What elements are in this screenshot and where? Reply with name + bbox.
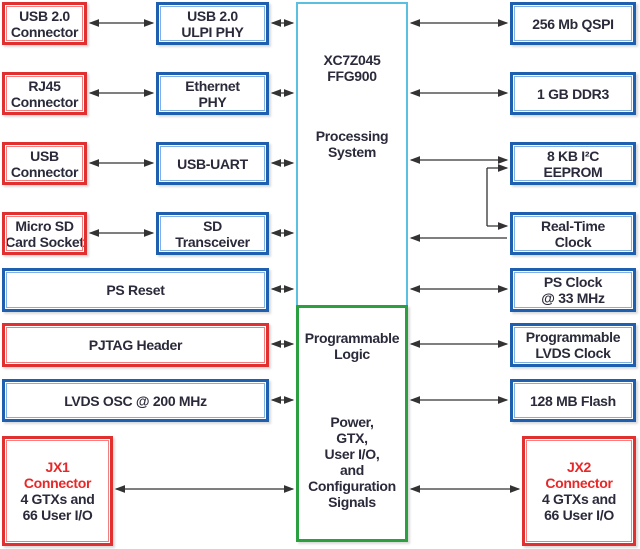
label: ULPI PHY (181, 23, 244, 40)
label: Micro SD (15, 217, 74, 234)
label: USB 2.0 (19, 7, 70, 24)
label: Connector (10, 93, 79, 110)
pjtag-header: PJTAG Header (2, 323, 269, 367)
micro-sd-socket: Micro SD Card Socket (2, 212, 87, 255)
label: JX1 (45, 459, 70, 475)
label: 256 Mb QSPI (532, 15, 614, 32)
chip-label: XC7Z045 (323, 52, 381, 68)
label: SD (203, 217, 222, 234)
jx2-connector: JX2 Connector 4 GTXs and 66 User I/O (522, 436, 636, 546)
label: Transceiver (175, 233, 250, 250)
label: Configuration (308, 478, 396, 494)
programmable-logic: Programmable Logic Power, GTX, User I/O,… (296, 305, 408, 542)
label: and (339, 462, 364, 478)
lvds-osc: LVDS OSC @ 200 MHz (2, 379, 269, 422)
label: JX2 (566, 459, 591, 475)
jx1-connector: JX1 Connector 4 GTXs and 66 User I/O (2, 436, 113, 546)
label: User I/O, (324, 446, 380, 462)
label: PS Reset (106, 282, 165, 298)
label: USB 2.0 (187, 7, 238, 24)
ethernet-phy: Ethernet PHY (156, 72, 269, 115)
label: Processing (315, 128, 389, 144)
usb-uart: USB-UART (156, 142, 269, 185)
label: Clock (554, 233, 592, 250)
usb2-connector: USB 2.0 Connector (2, 2, 87, 45)
label: EEPROM (543, 163, 603, 180)
label: Card Socket (5, 233, 84, 250)
label: Connector (23, 475, 92, 491)
label: @ 33 MHz (541, 290, 605, 306)
signals-label: Power, GTX, User I/O, and Configuration … (308, 414, 396, 510)
label: 1 GB DDR3 (537, 85, 609, 102)
label: Connector (10, 23, 79, 40)
label: USB (30, 147, 59, 164)
label: Connector (545, 475, 613, 491)
rj45-connector: RJ45 Connector (2, 72, 87, 115)
label: Logic (334, 346, 370, 362)
ps-clock: PS Clock @ 33 MHz (510, 268, 636, 312)
label: Real-Time (541, 217, 605, 234)
label: System (327, 144, 376, 160)
label: Programmable (525, 329, 621, 345)
label: 8 KB I²C (546, 147, 600, 164)
label: 4 GTXs and (20, 491, 95, 507)
label: USB-UART (177, 155, 248, 172)
label: LVDS Clock (535, 345, 611, 361)
label: 66 User I/O (544, 507, 614, 523)
label: PJTAG Header (88, 337, 183, 353)
ddr3-memory: 1 GB DDR3 (510, 72, 636, 115)
label: PS Clock (543, 274, 603, 290)
nand-flash: 128 MB Flash (510, 379, 636, 422)
block-diagram: USB 2.0 Connector RJ45 Connector USB Connec… (0, 0, 640, 549)
qspi-flash: 256 Mb QSPI (510, 2, 636, 45)
usb-connector: USB Connector (2, 142, 87, 185)
label: 4 GTXs and (541, 491, 617, 507)
label: 66 User I/O (22, 507, 93, 523)
label: Ethernet (185, 77, 240, 94)
usb-ulpi-phy: USB 2.0 ULPI PHY (156, 2, 269, 45)
label: PHY (198, 93, 227, 110)
real-time-clock: Real-Time Clock (510, 212, 636, 255)
label: Programmable (304, 330, 400, 346)
lvds-clock: Programmable LVDS Clock (510, 323, 636, 367)
label: GTX, (336, 430, 368, 446)
label: Signals (328, 494, 376, 510)
label: LVDS OSC @ 200 MHz (64, 392, 207, 409)
label: 128 MB Flash (530, 392, 616, 409)
sd-transceiver: SD Transceiver (156, 212, 269, 255)
ps-reset: PS Reset (2, 268, 269, 312)
label: Connector (10, 163, 79, 180)
i2c-eeprom: 8 KB I²C EEPROM (510, 142, 636, 185)
label: Power, (330, 414, 374, 430)
label: RJ45 (28, 77, 61, 94)
processing-system: XC7Z045 FFG900 Processing System (296, 2, 408, 307)
chip-label: FFG900 (327, 68, 377, 84)
